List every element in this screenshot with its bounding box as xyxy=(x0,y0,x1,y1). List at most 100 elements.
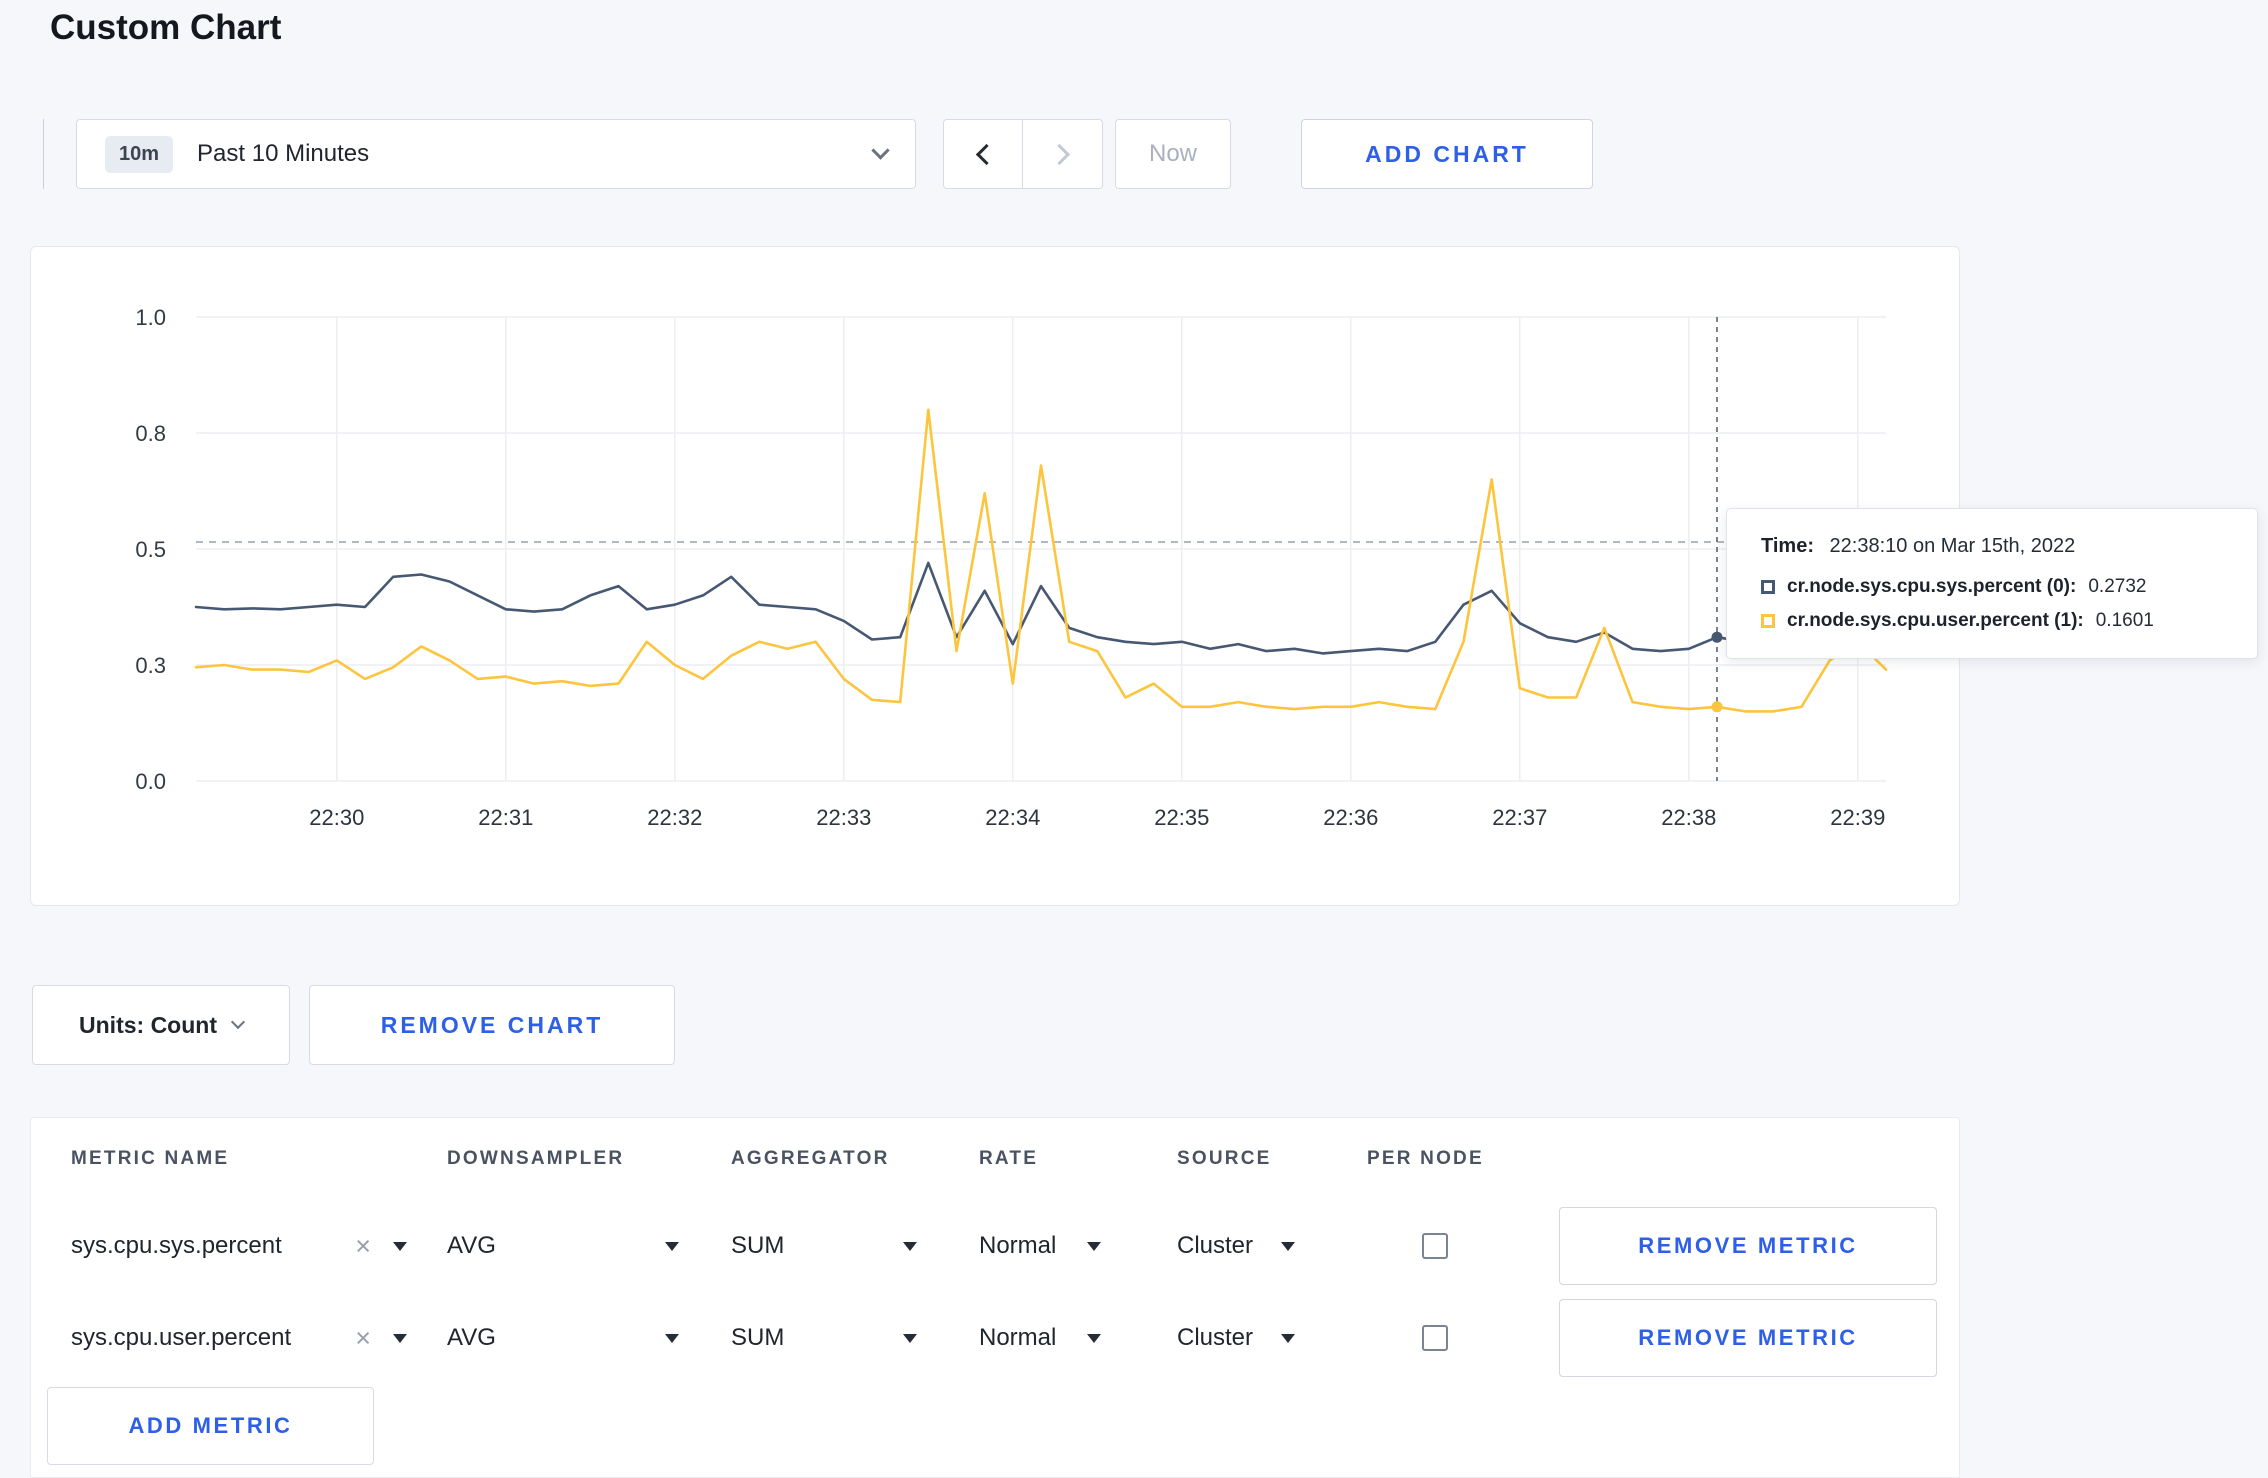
tooltip-series-row: cr.node.sys.cpu.user.percent (1): 0.1601 xyxy=(1761,610,2223,632)
tooltip-series-row: cr.node.sys.cpu.sys.percent (0): 0.2732 xyxy=(1761,576,2223,598)
crosshair-dot xyxy=(1711,631,1723,643)
dropdown-arrow-icon xyxy=(1281,1241,1295,1251)
custom-chart-page: Custom Chart 10m Past 10 Minutes Now ADD… xyxy=(0,0,2268,1478)
downsampler-select[interactable]: AVG xyxy=(447,1232,679,1260)
series-user-legend-icon xyxy=(1761,614,1775,628)
downsampler-value: AVG xyxy=(447,1324,496,1351)
source-value: Cluster xyxy=(1177,1232,1254,1259)
chevron-down-icon xyxy=(230,1014,246,1029)
rate-select[interactable]: Normal xyxy=(979,1324,1101,1352)
col-header-aggregator: AGGREGATOR xyxy=(731,1148,890,1169)
rate-select[interactable]: Normal xyxy=(979,1232,1101,1260)
units-select[interactable]: Units: Count xyxy=(32,985,290,1065)
dropdown-arrow-icon xyxy=(1087,1333,1101,1343)
x-tick-label: 22:37 xyxy=(1492,805,1547,830)
chevron-left-icon xyxy=(975,143,997,165)
x-tick-label: 22:33 xyxy=(816,805,871,830)
downsampler-select[interactable]: AVG xyxy=(447,1324,679,1352)
series-line xyxy=(194,408,1888,713)
rate-value: Normal xyxy=(979,1232,1057,1259)
aggregator-select[interactable]: SUM xyxy=(731,1232,917,1260)
time-range-select[interactable]: 10m Past 10 Minutes xyxy=(76,119,916,189)
dropdown-arrow-icon xyxy=(393,1333,407,1343)
y-tick-label: 0.5 xyxy=(135,537,166,562)
series-sys-legend-icon xyxy=(1761,580,1775,594)
downsampler-value: AVG xyxy=(447,1232,496,1259)
time-range-label: Past 10 Minutes xyxy=(197,140,370,167)
chart-card: 0.0 0.3 0.5 0.8 1.0 22:30 22:31 22:32 22:33 22:34… xyxy=(30,246,1960,906)
x-tick-label: 22:32 xyxy=(647,805,702,830)
per-node-checkbox[interactable] xyxy=(1422,1233,1448,1259)
x-tick-label: 22:35 xyxy=(1154,805,1209,830)
source-select[interactable]: Cluster xyxy=(1177,1324,1295,1352)
dropdown-arrow-icon xyxy=(665,1333,679,1343)
col-header-source: SOURCE xyxy=(1177,1148,1272,1169)
tooltip-series-value: 0.1601 xyxy=(2095,610,2154,631)
toolbar-divider xyxy=(43,119,44,189)
clear-metric-icon[interactable]: × xyxy=(355,1324,371,1352)
source-select[interactable]: Cluster xyxy=(1177,1232,1295,1260)
next-time-button[interactable] xyxy=(1023,119,1103,189)
chevron-right-icon xyxy=(1048,143,1071,165)
x-tick-label: 22:39 xyxy=(1830,805,1885,830)
series-line xyxy=(194,561,1888,655)
y-tick-label: 0.3 xyxy=(135,653,166,678)
metric-name-value: sys.cpu.sys.percent xyxy=(71,1232,282,1259)
aggregator-select[interactable]: SUM xyxy=(731,1324,917,1352)
col-header-per-node: PER NODE xyxy=(1367,1148,1484,1169)
col-header-rate: RATE xyxy=(979,1148,1039,1169)
units-label: Units: Count xyxy=(79,1011,217,1038)
tooltip-time-value: 22:38:10 on Mar 15th, 2022 xyxy=(1829,535,2076,557)
clear-metric-icon[interactable]: × xyxy=(355,1232,371,1260)
chevron-down-icon xyxy=(871,141,890,160)
tooltip-time-label: Time: xyxy=(1761,535,1814,557)
add-chart-button[interactable]: ADD CHART xyxy=(1301,119,1593,189)
x-tick-label: 22:34 xyxy=(985,805,1040,830)
now-button[interactable]: Now xyxy=(1115,119,1231,189)
metrics-table-header: METRIC NAME DOWNSAMPLER AGGREGATOR RATE … xyxy=(31,1118,1959,1200)
per-node-checkbox[interactable] xyxy=(1422,1325,1448,1351)
metric-name-value: sys.cpu.user.percent xyxy=(71,1324,292,1351)
dropdown-arrow-icon xyxy=(1281,1333,1295,1343)
time-range-badge: 10m xyxy=(105,135,174,173)
aggregator-value: SUM xyxy=(731,1324,785,1351)
x-tick-label: 22:30 xyxy=(309,805,364,830)
tooltip-series-name: cr.node.sys.cpu.user.percent (1): xyxy=(1787,610,2084,631)
metric-name-select[interactable]: sys.cpu.user.percent × xyxy=(71,1324,407,1352)
remove-metric-button[interactable]: REMOVE METRIC xyxy=(1559,1207,1937,1285)
x-tick-label: 22:38 xyxy=(1661,805,1716,830)
dropdown-arrow-icon xyxy=(665,1241,679,1251)
metrics-table: METRIC NAME DOWNSAMPLER AGGREGATOR RATE … xyxy=(30,1117,1960,1478)
y-tick-label: 1.0 xyxy=(135,305,166,330)
aggregator-value: SUM xyxy=(731,1232,785,1259)
chart-tooltip: Time: 22:38:10 on Mar 15th, 2022 cr.node… xyxy=(1726,508,2258,659)
crosshair-dot xyxy=(1711,701,1723,713)
y-tick-label: 0.8 xyxy=(135,421,166,446)
metric-name-select[interactable]: sys.cpu.sys.percent × xyxy=(71,1232,407,1260)
line-chart[interactable]: 0.0 0.3 0.5 0.8 1.0 22:30 22:31 22:32 22:33 22:34… xyxy=(31,247,1959,905)
col-header-metric-name: METRIC NAME xyxy=(71,1148,230,1169)
y-tick-label: 0.0 xyxy=(135,769,166,794)
dropdown-arrow-icon xyxy=(1087,1241,1101,1251)
x-tick-label: 22:36 xyxy=(1323,805,1378,830)
tooltip-time-row: Time: 22:38:10 on Mar 15th, 2022 xyxy=(1761,535,2223,558)
col-header-downsampler: DOWNSAMPLER xyxy=(447,1148,625,1169)
x-tick-label: 22:31 xyxy=(478,805,533,830)
remove-chart-button[interactable]: REMOVE CHART xyxy=(309,985,675,1065)
remove-metric-button[interactable]: REMOVE METRIC xyxy=(1559,1299,1937,1377)
toolbar: 10m Past 10 Minutes Now ADD CHART xyxy=(43,119,1593,189)
rate-value: Normal xyxy=(979,1324,1057,1351)
metric-row: sys.cpu.sys.percent × AVG SUM Normal Clu… xyxy=(31,1200,1959,1292)
dropdown-arrow-icon xyxy=(903,1333,917,1343)
tooltip-series-name: cr.node.sys.cpu.sys.percent (0): xyxy=(1787,576,2077,597)
dropdown-arrow-icon xyxy=(393,1241,407,1251)
source-value: Cluster xyxy=(1177,1324,1254,1351)
units-bar: Units: Count REMOVE CHART xyxy=(32,985,675,1065)
add-metric-button[interactable]: ADD METRIC xyxy=(47,1387,374,1465)
tooltip-series-value: 0.2732 xyxy=(2088,576,2147,597)
prev-time-button[interactable] xyxy=(943,119,1023,189)
page-title: Custom Chart xyxy=(50,8,282,47)
dropdown-arrow-icon xyxy=(903,1241,917,1251)
metric-row: sys.cpu.user.percent × AVG SUM Normal Cl… xyxy=(31,1292,1959,1384)
time-step-buttons xyxy=(943,119,1103,189)
